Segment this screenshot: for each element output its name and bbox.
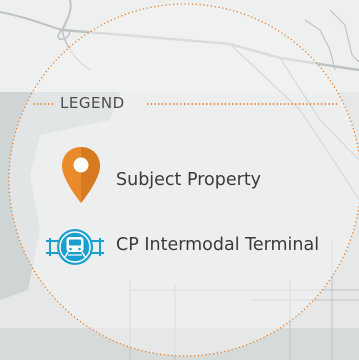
map-pin-icon (62, 147, 100, 203)
legend-item-subject-property: Subject Property (116, 170, 262, 190)
legend-item-cp-intermodal-terminal: CP Intermodal Terminal (116, 235, 320, 255)
legend-title: LEGEND (60, 94, 125, 112)
train-terminal-icon (46, 229, 104, 265)
